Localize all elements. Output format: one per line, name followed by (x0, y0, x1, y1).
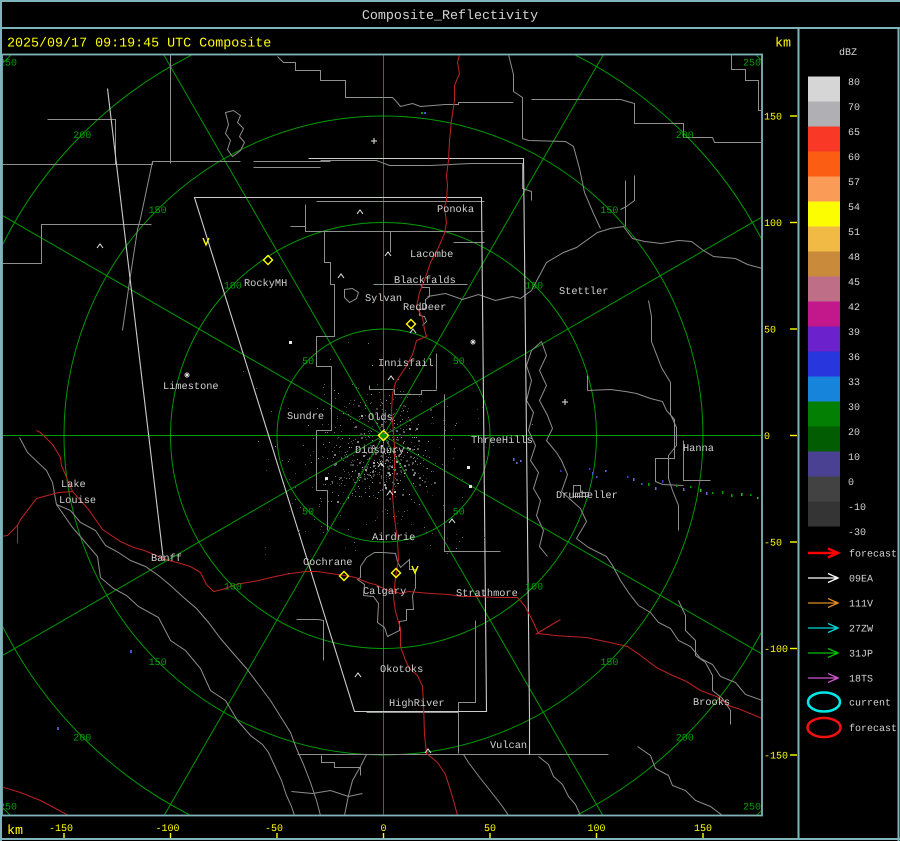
svg-text:250: 250 (743, 803, 761, 814)
svg-text:42: 42 (848, 303, 860, 314)
svg-text:70: 70 (848, 103, 860, 114)
svg-text:200: 200 (73, 131, 91, 142)
svg-text:Drumheller: Drumheller (556, 490, 618, 502)
svg-text:80: 80 (848, 78, 860, 89)
svg-text:Blackfalds: Blackfalds (394, 275, 456, 287)
svg-text:200: 200 (676, 733, 694, 744)
svg-text:HighRiver: HighRiver (389, 698, 445, 710)
svg-text:Didsbury: Didsbury (355, 445, 404, 457)
svg-text:200: 200 (73, 733, 91, 744)
svg-text:111V: 111V (849, 600, 873, 611)
svg-text:0: 0 (848, 478, 854, 489)
svg-text:50: 50 (302, 507, 314, 518)
svg-text:150: 150 (600, 658, 618, 669)
svg-text:60: 60 (848, 153, 860, 164)
svg-text:100: 100 (525, 583, 543, 594)
svg-text:km: km (775, 36, 791, 51)
svg-text:27ZW: 27ZW (849, 625, 873, 636)
svg-text:Vulcan: Vulcan (490, 740, 527, 752)
svg-text:150: 150 (149, 206, 167, 217)
svg-text:-150: -150 (49, 824, 73, 835)
svg-text:RockyMH: RockyMH (244, 278, 287, 290)
svg-text:km: km (7, 824, 23, 839)
svg-text:30: 30 (848, 403, 860, 414)
svg-text:Lake: Lake (61, 479, 86, 491)
svg-text:Banff: Banff (151, 553, 182, 565)
svg-text:Airdrie: Airdrie (372, 532, 415, 544)
svg-text:Stettler: Stettler (559, 286, 608, 298)
svg-text:Louise: Louise (59, 495, 96, 507)
svg-text:-150: -150 (764, 752, 788, 763)
svg-text:2025/09/17 09:19:45 UTC Compos: 2025/09/17 09:19:45 UTC Composite (7, 36, 271, 51)
svg-text:0: 0 (764, 432, 770, 443)
svg-text:50: 50 (453, 507, 465, 518)
svg-text:-100: -100 (155, 824, 179, 835)
svg-text:Limestone: Limestone (163, 381, 219, 393)
svg-text:150: 150 (600, 206, 618, 217)
svg-text:54: 54 (848, 203, 860, 214)
svg-text:39: 39 (848, 328, 860, 339)
svg-text:Sundre: Sundre (287, 411, 324, 423)
svg-text:Innisfail: Innisfail (378, 358, 434, 370)
svg-text:100: 100 (224, 281, 242, 292)
svg-text:20: 20 (848, 428, 860, 439)
svg-text:45: 45 (848, 278, 860, 289)
svg-text:Sylvan: Sylvan (365, 293, 402, 305)
svg-text:-30: -30 (848, 528, 866, 539)
svg-text:09EA: 09EA (849, 575, 873, 586)
svg-text:current: current (849, 699, 891, 710)
svg-text:33: 33 (848, 378, 860, 389)
svg-text:57: 57 (848, 178, 860, 189)
svg-text:50: 50 (302, 357, 314, 368)
svg-text:Okotoks: Okotoks (380, 664, 423, 676)
svg-text:51: 51 (848, 228, 860, 239)
svg-text:48: 48 (848, 253, 860, 264)
svg-text:36: 36 (848, 353, 860, 364)
svg-text:31JP: 31JP (849, 650, 873, 661)
svg-text:150: 150 (764, 113, 782, 124)
svg-text:100: 100 (764, 219, 782, 230)
svg-text:-50: -50 (265, 824, 283, 835)
svg-text:Hanna: Hanna (683, 443, 714, 455)
svg-text:Brooks: Brooks (693, 697, 730, 709)
svg-text:Lacombe: Lacombe (410, 249, 453, 261)
svg-text:-50: -50 (764, 539, 782, 550)
svg-text:Olds: Olds (368, 412, 393, 424)
svg-text:Composite_Reflectivity: Composite_Reflectivity (362, 9, 538, 24)
svg-text:Calgary: Calgary (363, 586, 406, 598)
svg-text:RedDeer: RedDeer (403, 302, 446, 314)
svg-text:Ponoka: Ponoka (437, 204, 474, 216)
svg-text:dBZ: dBZ (839, 47, 857, 59)
svg-text:18TS: 18TS (849, 675, 873, 686)
svg-text:forecast: forecast (849, 723, 897, 735)
svg-text:10: 10 (848, 453, 860, 464)
svg-text:65: 65 (848, 128, 860, 139)
svg-text:forecast: forecast (849, 549, 897, 561)
svg-text:-100: -100 (764, 645, 788, 656)
svg-text:50: 50 (453, 357, 465, 368)
svg-text:Strathmore: Strathmore (456, 588, 518, 600)
svg-text:100: 100 (224, 583, 242, 594)
svg-text:-10: -10 (848, 503, 866, 514)
svg-text:250: 250 (743, 59, 761, 70)
svg-text:50: 50 (764, 326, 776, 337)
svg-text:150: 150 (149, 658, 167, 669)
svg-text:200: 200 (676, 131, 694, 142)
svg-text:ThreeHills: ThreeHills (471, 435, 533, 447)
svg-text:100: 100 (525, 281, 543, 292)
svg-text:Cochrane: Cochrane (303, 557, 352, 569)
